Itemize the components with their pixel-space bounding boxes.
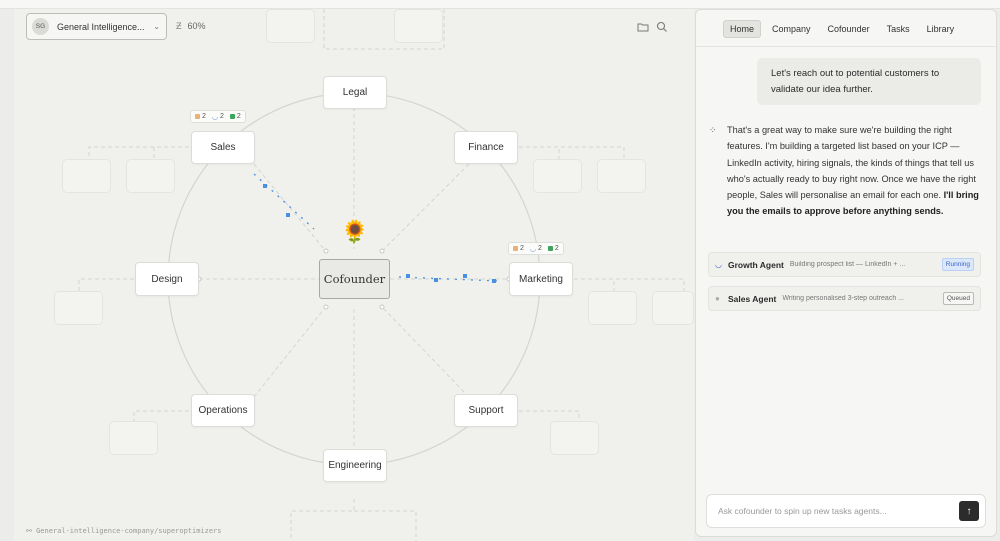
- search-icon[interactable]: [656, 21, 668, 33]
- zoom-indicator[interactable]: Ƶ 60%: [176, 21, 206, 31]
- pending-icon: [513, 246, 518, 251]
- agent-desc: Building prospect list — LinkedIn + ...: [789, 261, 906, 268]
- user-message: Let's reach out to potential customers t…: [757, 58, 981, 105]
- tab-tasks[interactable]: Tasks: [881, 21, 916, 37]
- node-engineering[interactable]: Engineering: [323, 449, 387, 482]
- ghost-node: [550, 421, 599, 455]
- pending-icon: [195, 114, 200, 119]
- z-icon: Ƶ: [176, 21, 182, 31]
- panel-tabs: Home Company Cofounder Tasks Library: [723, 20, 960, 38]
- status-badge: Running: [941, 258, 974, 271]
- agent-row-growth[interactable]: ◡ Growth Agent Building prospect list — …: [708, 252, 981, 277]
- done-icon: [547, 246, 553, 251]
- node-sales[interactable]: Sales: [191, 131, 255, 164]
- org-canvas[interactable]: Legal Finance Sales Design Marketing Ope…: [14, 9, 694, 541]
- done-count: 2: [236, 113, 241, 120]
- ghost-node: [394, 9, 443, 43]
- chat-panel: Home Company Cofounder Tasks Library Let…: [695, 9, 997, 537]
- agent-row-sales[interactable]: ● Sales Agent Writing personalised 3-ste…: [708, 286, 981, 311]
- top-strip: [0, 0, 1000, 9]
- zoom-level: 60%: [187, 21, 206, 31]
- arrow-up-icon: ↑: [966, 505, 972, 517]
- ghost-node: [597, 159, 646, 193]
- link-icon: ⚯: [26, 527, 37, 535]
- repo-path: ⚯ General-intelligence-company/superopti…: [26, 527, 222, 535]
- sales-stats: 2 ◡ 2 2: [190, 110, 246, 123]
- agent-name: Growth Agent: [728, 259, 784, 270]
- repo-path-text: General-intelligence-company/superoptimi…: [36, 527, 222, 535]
- composer-input[interactable]: [718, 506, 959, 516]
- ghost-node: [54, 291, 103, 325]
- send-button[interactable]: ↑: [959, 501, 979, 521]
- tab-library[interactable]: Library: [921, 21, 961, 37]
- folder-icon[interactable]: [637, 21, 649, 33]
- pending-count: 2: [202, 113, 206, 120]
- assistant-text: That's a great way to make sure we're bu…: [727, 125, 976, 201]
- agent-desc: Writing personalised 3-step outreach ...: [782, 295, 904, 302]
- workspace-avatar: SG: [32, 18, 49, 35]
- tab-cofounder[interactable]: Cofounder: [822, 21, 876, 37]
- workspace-name: General Intelligence...: [57, 21, 145, 32]
- composer: ↑: [706, 494, 986, 528]
- running-icon: ◡: [529, 245, 537, 253]
- node-cofounder[interactable]: Cofounder: [319, 259, 390, 299]
- done-icon: [229, 114, 235, 119]
- node-operations[interactable]: Operations: [191, 394, 255, 427]
- tab-company[interactable]: Company: [766, 21, 817, 37]
- sunflower-icon: 🌻: [341, 219, 369, 244]
- running-count: 2: [538, 245, 542, 252]
- ghost-node: [533, 159, 582, 193]
- done-count: 2: [554, 245, 559, 252]
- chevron-down-icon: ⌄: [153, 22, 160, 31]
- pending-count: 2: [520, 245, 524, 252]
- node-support[interactable]: Support: [454, 394, 518, 427]
- tab-home[interactable]: Home: [723, 20, 762, 38]
- ghost-node: [62, 159, 111, 193]
- divider: [696, 46, 996, 47]
- node-finance[interactable]: Finance: [454, 131, 518, 164]
- running-count: 2: [220, 113, 224, 120]
- node-legal[interactable]: Legal: [323, 76, 387, 109]
- node-design[interactable]: Design: [135, 262, 199, 296]
- node-marketing[interactable]: Marketing: [509, 262, 573, 296]
- ghost-node: [266, 9, 315, 43]
- running-icon: ◡: [211, 113, 219, 121]
- ghost-node: [109, 421, 158, 455]
- status-badge: Queued: [942, 292, 974, 305]
- workspace-selector[interactable]: SG General Intelligence... ⌄: [26, 13, 167, 40]
- assistant-icon: ⁘: [709, 125, 717, 135]
- marketing-stats: 2 ◡ 2 2: [508, 242, 564, 255]
- queued-dot-icon: ●: [715, 294, 720, 303]
- ghost-node: [126, 159, 175, 193]
- assistant-message: That's a great way to make sure we're bu…: [727, 122, 985, 220]
- ghost-node: [652, 291, 694, 325]
- spinner-icon: ◡: [715, 260, 722, 269]
- ghost-node: [588, 291, 637, 325]
- agent-name: Sales Agent: [728, 293, 777, 304]
